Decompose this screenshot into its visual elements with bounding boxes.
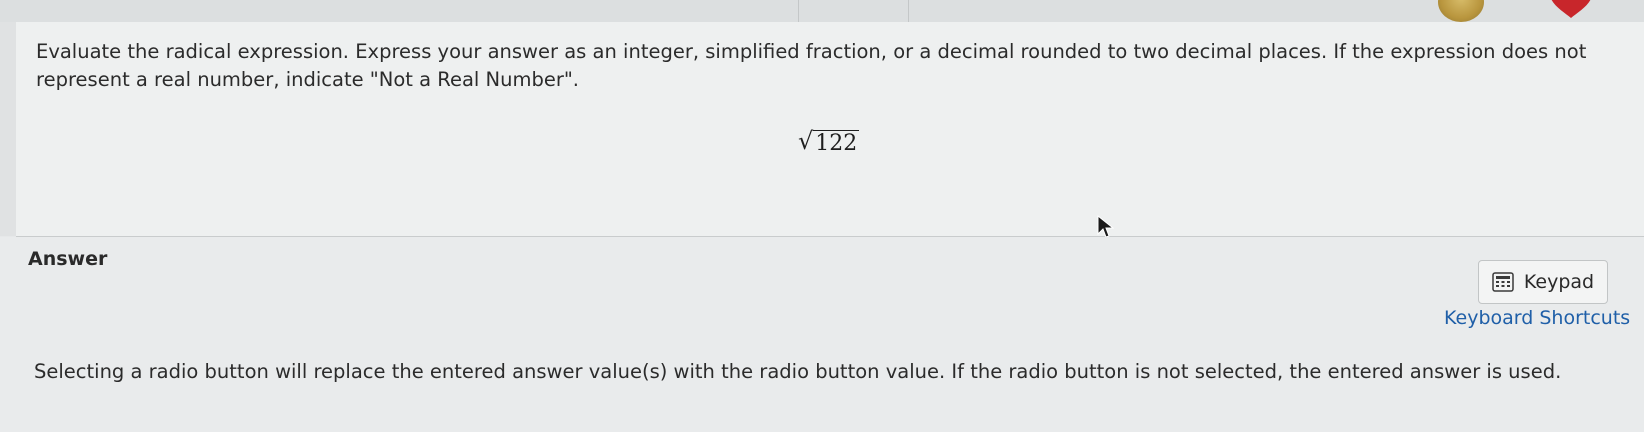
- keyboard-shortcuts-link[interactable]: Keyboard Shortcuts: [1444, 307, 1630, 329]
- left-gutter: [0, 22, 16, 236]
- radical-sign: √: [798, 127, 814, 155]
- radio-button-note: Selecting a radio button will replace th…: [34, 360, 1562, 383]
- keypad-button[interactable]: Keypad: [1478, 260, 1608, 304]
- top-toolbar: [0, 0, 1644, 23]
- question-prompt: Evaluate the radical expression. Express…: [36, 40, 1587, 91]
- radical-expression: √ 122: [798, 127, 860, 157]
- heart-icon[interactable]: [1548, 0, 1594, 20]
- keypad-icon: [1492, 272, 1514, 292]
- toolbar-divider: [798, 0, 799, 22]
- radicand: 122: [813, 130, 860, 156]
- toolbar-divider: [908, 0, 909, 22]
- answer-label: Answer: [28, 248, 108, 270]
- keypad-label: Keypad: [1523, 271, 1595, 293]
- answer-panel: [0, 237, 1644, 432]
